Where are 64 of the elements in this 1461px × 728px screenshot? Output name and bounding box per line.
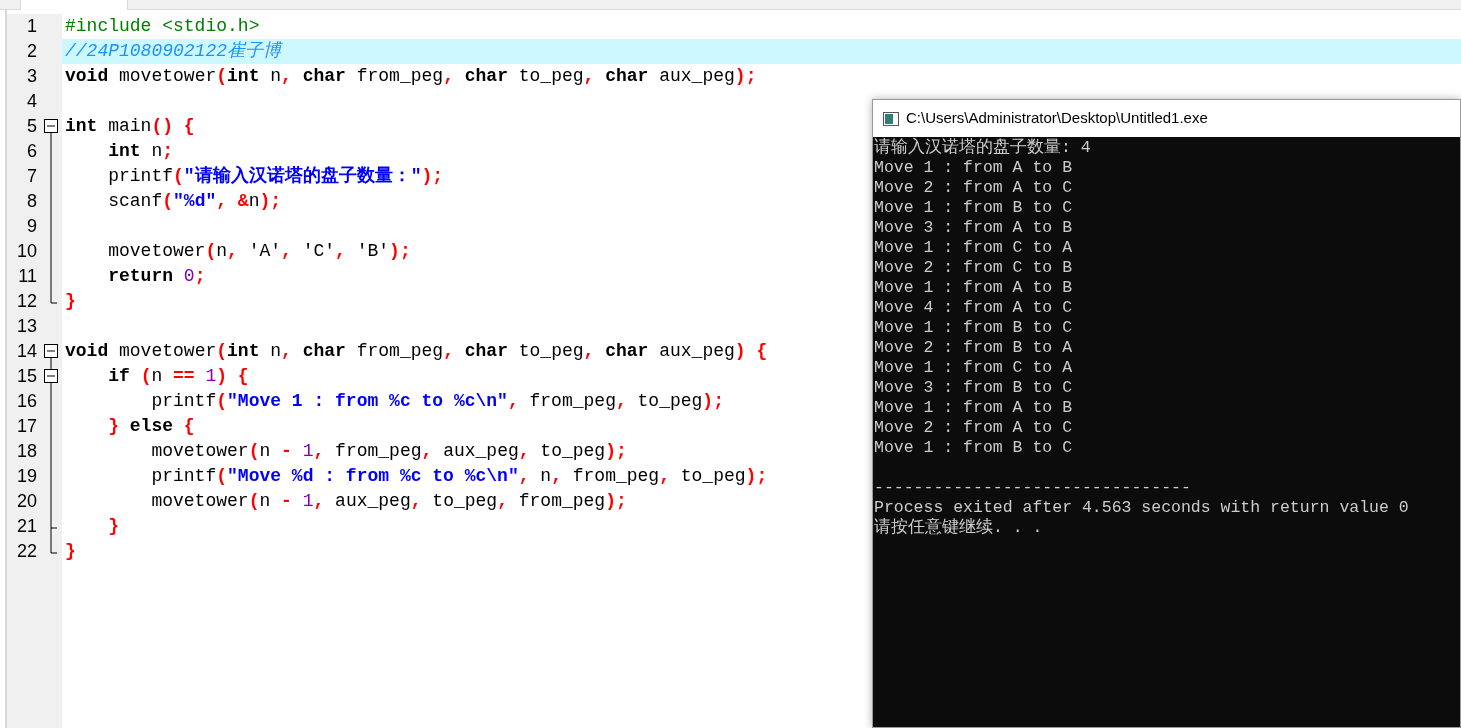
line-number: 5: [26, 115, 37, 138]
console-line: Move 3 : from B to C: [874, 378, 1073, 398]
line-number: 21: [15, 515, 37, 538]
code-line: //24P1080902122崔子博: [65, 40, 282, 63]
line-number: 22: [15, 540, 37, 563]
line-number: 4: [26, 90, 37, 113]
console-line: Move 1 : from B to C: [874, 438, 1073, 458]
code-line: return 0;: [107, 265, 206, 288]
console-line: 请输入汉诺塔的盘子数量: 4: [874, 138, 1091, 158]
console-line: Move 4 : from A to C: [874, 298, 1073, 318]
line-number: 6: [26, 140, 37, 163]
line-number: 18: [15, 440, 37, 463]
code-line: if (n == 1) {: [107, 365, 249, 388]
fold-end-icon: [50, 289, 58, 304]
console-line: Move 1 : from B to C: [874, 198, 1073, 218]
line-number: 12: [15, 290, 37, 313]
console-line: Move 3 : from A to B: [874, 218, 1073, 238]
console-line: 请按任意键继续. . .: [874, 518, 1043, 538]
line-number: 2: [26, 40, 37, 63]
code-line: }: [65, 290, 76, 313]
console-line: Move 2 : from A to C: [874, 178, 1073, 198]
line-number: 20: [15, 490, 37, 513]
line-number: 11: [17, 265, 37, 288]
console-line: Move 2 : from A to C: [874, 418, 1073, 438]
console-line: Move 1 : from C to A: [874, 238, 1073, 258]
line-number: 8: [26, 190, 37, 213]
line-number: 19: [15, 465, 37, 488]
code-line: #include <stdio.h>: [65, 15, 260, 38]
line-number: 13: [15, 315, 37, 338]
code-line: movetower(n, 'A', 'C', 'B');: [107, 240, 411, 263]
console-line: Move 2 : from C to B: [874, 258, 1073, 278]
line-number: 3: [26, 65, 37, 88]
line-number: 9: [26, 215, 37, 238]
console-line: Move 1 : from C to A: [874, 358, 1073, 378]
console-line: Move 1 : from A to B: [874, 278, 1073, 298]
line-number: 17: [15, 415, 37, 438]
window-title: C:\Users\Administrator\Desktop\Untitled1.exe: [906, 108, 1208, 129]
code-line: printf("Move 1 : from %c to %c\n", from_peg, to_peg);: [150, 390, 724, 413]
code-line: printf("请输入汉诺塔的盘子数量：");: [107, 164, 444, 188]
console-line: Move 2 : from B to A: [874, 338, 1073, 358]
code-line: void movetower(int n, char from_peg, char to_peg, char aux_peg);: [65, 65, 757, 88]
line-number: 15: [15, 365, 37, 388]
console-separator: --------------------------------: [874, 478, 1191, 498]
line-number: 10: [15, 240, 37, 263]
line-number: 14: [15, 340, 37, 363]
code-line: int n;: [107, 140, 174, 163]
code-line: } else {: [107, 415, 195, 438]
console-app-icon: [883, 111, 899, 126]
code-line: int main() {: [65, 115, 195, 138]
code-line: scanf("%d", &n);: [107, 190, 282, 213]
console-line: Move 1 : from A to B: [874, 158, 1073, 178]
line-number: 1: [26, 15, 37, 38]
code-line: }: [107, 515, 119, 538]
code-line: }: [65, 540, 76, 563]
console-line: Move 1 : from B to C: [874, 318, 1073, 338]
code-line: printf("Move %d : from %c to %c\n", n, from_peg, to_peg);: [150, 465, 768, 488]
line-number: 16: [15, 390, 37, 413]
console-line: Process exited after 4.563 seconds with return value 0: [874, 498, 1409, 518]
code-line: movetower(n - 1, from_peg, aux_peg, to_peg);: [150, 440, 627, 463]
code-line: movetower(n - 1, aux_peg, to_peg, from_peg);: [150, 490, 627, 513]
console-line: Move 1 : from A to B: [874, 398, 1073, 418]
code-line: void movetower(int n, char from_peg, char to_peg, char aux_peg) {: [65, 340, 768, 363]
fold-toggle-icon[interactable]: [42, 364, 60, 389]
line-number: 7: [26, 165, 37, 188]
